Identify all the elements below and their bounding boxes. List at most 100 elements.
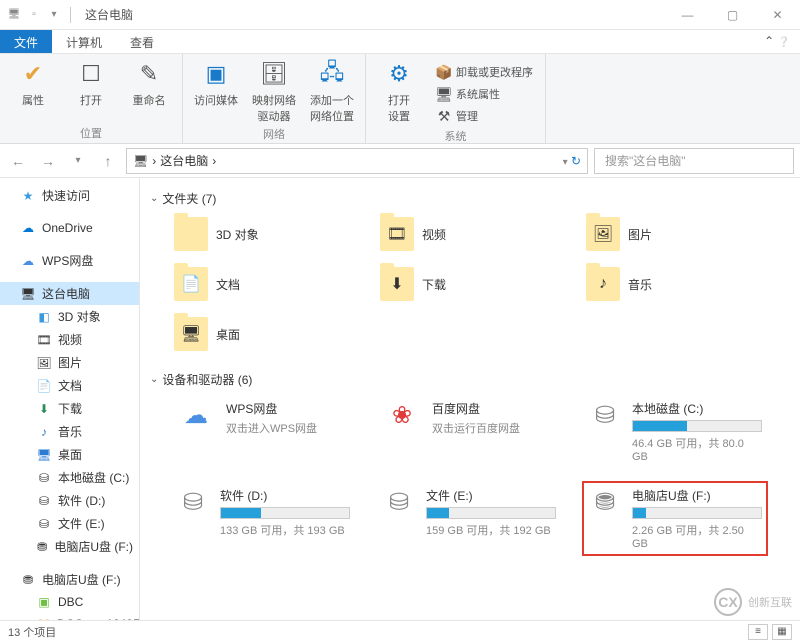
drive-item[interactable]: ☁ WPS网盘 双击进入WPS网盘 (170, 394, 356, 469)
qat-dropdown[interactable]: ▾ (46, 7, 62, 23)
app-icon: 🖥 (6, 7, 22, 23)
drive-subtext: 双击运行百度网盘 (432, 420, 556, 436)
breadcrumb-text[interactable]: 这台电脑 (160, 152, 208, 169)
manage-icon: ⚒ (436, 108, 452, 124)
nav-desktop[interactable]: 🖥桌面 (0, 443, 139, 466)
addr-dropdown[interactable]: ▾ (563, 157, 568, 168)
forward-button[interactable]: → (36, 149, 60, 173)
address-path[interactable]: 🖥 › 这台电脑 › ▾ ↻ (126, 148, 588, 174)
nav-disk-e[interactable]: ⛁文件 (E:) (0, 512, 139, 535)
nav-onedrive[interactable]: ☁OneDrive (0, 217, 139, 239)
ribbon: ✔ 属性 ☐ 打开 ✎ 重命名 位置 ▣ 访问媒体 🗄 映射网络 驱动器 (0, 54, 800, 144)
tab-computer[interactable]: 计算机 (52, 30, 116, 53)
ribbon-properties[interactable]: ✔ 属性 (8, 58, 58, 108)
folder-item[interactable]: 🖼 图片 (582, 213, 768, 255)
nav-videos[interactable]: 🎞视频 (0, 328, 139, 351)
nav-music[interactable]: ♪音乐 (0, 420, 139, 443)
nav-disk-f[interactable]: ⛃电脑店U盘 (F:) (0, 535, 139, 558)
folder-label: 音乐 (628, 276, 652, 293)
ribbon-manage[interactable]: ⚒ 管理 (432, 106, 537, 126)
up-button[interactable]: ↑ (96, 149, 120, 173)
maximize-button[interactable]: ▢ (710, 0, 755, 30)
ribbon-uninstall[interactable]: 📦 卸载或更改程序 (432, 62, 537, 82)
history-dropdown[interactable]: ▾ (66, 149, 90, 173)
ribbon-rename[interactable]: ✎ 重命名 (124, 58, 174, 108)
computer-icon: 🖥 (20, 286, 36, 302)
breadcrumb-root[interactable]: › (152, 154, 156, 168)
section-title: 设备和驱动器 (6) (162, 371, 252, 388)
ribbon-collapse-button[interactable]: ⌃ ❔ (754, 30, 800, 53)
nav-quick-access[interactable]: ★快速访问 (0, 184, 139, 207)
music-icon: ♪ (36, 424, 52, 440)
nav-dbc[interactable]: ▣DBC (0, 591, 139, 613)
map-drive-icon: 🗄 (258, 58, 290, 90)
tab-file[interactable]: 文件 (0, 30, 52, 53)
nav-disk-d[interactable]: ⛁软件 (D:) (0, 489, 139, 512)
ribbon-map-drive[interactable]: 🗄 映射网络 驱动器 (249, 58, 299, 124)
back-button[interactable]: ← (6, 149, 30, 173)
ribbon-group-label: 位置 (80, 125, 102, 141)
uninstall-icon: 📦 (436, 64, 452, 80)
drive-subtext: 双击进入WPS网盘 (226, 420, 350, 436)
folder-label: 桌面 (216, 326, 240, 343)
ribbon-open[interactable]: ☐ 打开 (66, 58, 116, 108)
drive-item[interactable]: ⛁ 软件 (D:) 133 GB 可用，共 193 GB (170, 481, 356, 556)
tab-view[interactable]: 查看 (116, 30, 168, 53)
nav-usb-f[interactable]: ⛃电脑店U盘 (F:) (0, 568, 139, 591)
search-input[interactable]: 搜索"这台电脑" (594, 148, 794, 174)
drive-item[interactable]: ⛁ 本地磁盘 (C:) 46.4 GB 可用，共 80.0 GB (582, 394, 768, 469)
ribbon-sys-props[interactable]: 🖥 系统属性 (432, 84, 537, 104)
drive-name: 百度网盘 (432, 400, 556, 417)
minimize-button[interactable]: — (665, 0, 710, 30)
nav-dgsetup[interactable]: 📁DGSetup1249E (0, 613, 139, 620)
folder-item[interactable]: ⬇ 下载 (376, 263, 562, 305)
drive-item[interactable]: ⛁ 文件 (E:) 159 GB 可用，共 192 GB (376, 481, 562, 556)
folder-label: 3D 对象 (216, 226, 259, 243)
drive-item[interactable]: ❀ 百度网盘 双击运行百度网盘 (376, 394, 562, 469)
drive-subtext: 2.26 GB 可用，共 2.50 GB (632, 522, 762, 550)
close-button[interactable]: ✕ (755, 0, 800, 30)
address-bar: ← → ▾ ↑ 🖥 › 这台电脑 › ▾ ↻ 搜索"这台电脑" (0, 144, 800, 178)
usb-icon: ⛃ (36, 539, 48, 555)
ribbon-media[interactable]: ▣ 访问媒体 (191, 58, 241, 108)
view-icons-button[interactable]: ▦ (772, 624, 792, 640)
ribbon-group-location: ✔ 属性 ☐ 打开 ✎ 重命名 位置 (0, 54, 183, 143)
check-icon: ✔ (17, 58, 49, 90)
ribbon-group-label: 网络 (263, 126, 285, 142)
nav-documents[interactable]: 📄文档 (0, 374, 139, 397)
media-icon: ▣ (200, 58, 232, 90)
drive-icon: ⛁ (36, 470, 52, 486)
folder-item[interactable]: 🎞 视频 (376, 213, 562, 255)
ribbon-add-network[interactable]: 🖧 添加一个 网络位置 (307, 58, 357, 124)
nav-this-pc[interactable]: 🖥这台电脑 (0, 282, 139, 305)
ribbon-settings[interactable]: ⚙ 打开 设置 (374, 58, 424, 124)
nav-disk-c[interactable]: ⛁本地磁盘 (C:) (0, 466, 139, 489)
ribbon-group-system: ⚙ 打开 设置 📦 卸载或更改程序 🖥 系统属性 ⚒ 管理 系统 (366, 54, 546, 143)
folder-icon: ▣ (36, 594, 52, 610)
view-details-button[interactable]: ≡ (748, 624, 768, 640)
nav-3d-objects[interactable]: ◧3D 对象 (0, 305, 139, 328)
drive-name: 文件 (E:) (426, 487, 556, 504)
breadcrumb-chevron[interactable]: › (212, 154, 216, 168)
folder-item[interactable]: 📄 文档 (170, 263, 356, 305)
nav-pictures[interactable]: 🖼图片 (0, 351, 139, 374)
section-folders-header[interactable]: ⌄ 文件夹 (7) (150, 184, 790, 213)
qat-item-1[interactable]: ▫ (26, 7, 42, 23)
refresh-button[interactable]: ↻ (571, 154, 581, 168)
sys-props-icon: 🖥 (436, 86, 452, 102)
nav-wps[interactable]: ☁WPS网盘 (0, 249, 139, 272)
drive-subtext: 159 GB 可用，共 192 GB (426, 522, 556, 538)
nav-downloads[interactable]: ⬇下载 (0, 397, 139, 420)
drive-icon: ⛁ (588, 400, 622, 430)
folder-item[interactable]: 3D 对象 (170, 213, 356, 255)
folder-icon: 🎞 (380, 217, 414, 251)
drive-usage-bar (220, 507, 350, 519)
ribbon-label: 映射网络 驱动器 (252, 92, 296, 124)
section-drives-header[interactable]: ⌄ 设备和驱动器 (6) (150, 365, 790, 394)
drive-item[interactable]: ⛃ 电脑店U盘 (F:) 2.26 GB 可用，共 2.50 GB (582, 481, 768, 556)
folder-icon: ⬇ (380, 267, 414, 301)
gear-icon: ⚙ (383, 58, 415, 90)
folder-item[interactable]: 🖥 桌面 (170, 313, 356, 355)
watermark-text: 创新互联 (748, 594, 792, 610)
folder-item[interactable]: ♪ 音乐 (582, 263, 768, 305)
